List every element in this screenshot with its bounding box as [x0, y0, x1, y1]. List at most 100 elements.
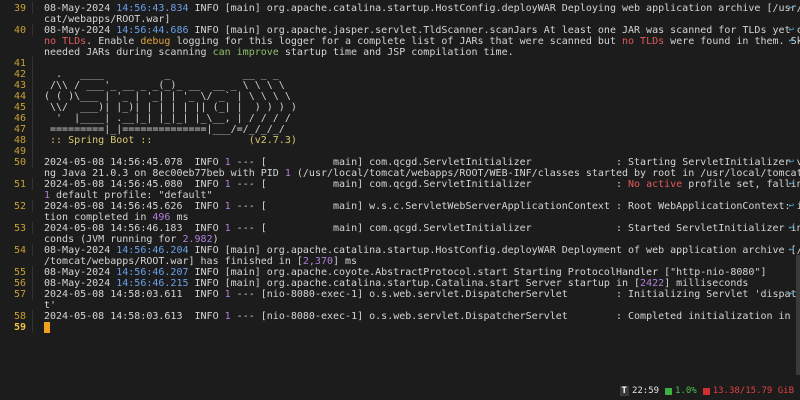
gutter-separator: │ [29, 102, 36, 113]
log-line[interactable]: no TLDs. Enable debug logging for this l… [0, 36, 800, 47]
text-segment: . Enable [86, 36, 141, 47]
log-line[interactable]: 45 │ \\/ ___)| |_)| | | | | || (_| | ) ) … [0, 102, 800, 113]
gutter-separator [28, 300, 37, 311]
log-line[interactable]: 51 │ 2024-05-08 14:56:45.080 INFO 1 --- [ … [0, 179, 800, 190]
log-line[interactable]: 44 │ ( ( )\___ | '_ | '_| | '_ \/ _` | \ \… [0, 91, 800, 102]
log-line[interactable]: tion completed in 496 ms [0, 212, 800, 223]
gutter-separator: │ [29, 311, 36, 322]
log-line[interactable]: ng Java 21.0.3 on 8ec00eb77beb with PID … [0, 168, 800, 179]
log-line[interactable]: 41 │ [0, 58, 800, 69]
log-line[interactable]: 47 │ =========|_|==============|___/=/_/_… [0, 124, 800, 135]
gutter-separator [28, 190, 37, 201]
wrap-icon: ↩ [788, 157, 794, 167]
text-segment: 14:56:46.207 [116, 267, 189, 278]
line-number: 55 [13, 267, 26, 278]
line-text: 08-May-2024 14:56:46.207 INFO [main] org… [37, 267, 800, 278]
text-segment: ' |____| .__|_| |_|_| |_\__, | / / / / [44, 113, 291, 124]
gutter-separator [28, 47, 37, 58]
text-segment: 2024-05-08 14:56:45.078 INFO [44, 157, 225, 168]
log-line[interactable]: conds (JVM running for 2.982) [0, 234, 800, 245]
log-line[interactable]: 42 │ . ____ _ __ _ _ [0, 69, 800, 80]
text-segment: can improve [212, 47, 279, 58]
text-segment: tion completed in [44, 212, 153, 223]
text-segment: 2024-05-08 14:58:03.613 INFO [44, 311, 225, 322]
log-line[interactable]: 48 │ :: Spring Boot :: (v2.7.3) [0, 135, 800, 146]
line-text: 08-May-2024 14:56:43.834 INFO [main] org… [37, 3, 800, 14]
gutter-separator: │ [29, 278, 36, 289]
log-line[interactable]: 49 │ [0, 146, 800, 157]
text-segment: . ____ _ __ _ _ [44, 69, 279, 80]
cpu-icon [665, 387, 673, 395]
log-line[interactable]: 59 │ [0, 322, 800, 333]
line-number: 49 [13, 146, 26, 157]
line-text: 08-May-2024 14:56:46.204 INFO [main] org… [37, 245, 800, 256]
text-segment: --- [nio-8080-exec-1] o.s.web.servlet.Di… [230, 311, 797, 322]
log-line[interactable]: 53 │ 2024-05-08 14:56:46.183 INFO 1 --- [ … [0, 223, 800, 234]
gutter-separator [28, 14, 37, 25]
line-text: ' |____| .__|_| |_|_| |_\__, | / / / / [37, 113, 800, 124]
log-line[interactable]: 39 │ 08-May-2024 14:56:43.834 INFO [main] … [0, 3, 800, 14]
text-segment: --- [ main] com.qcgd.ServletInitializer … [230, 157, 800, 168]
line-text: 2024-05-08 14:56:46.183 INFO 1 --- [ mai… [37, 223, 800, 234]
line-text: cat/webapps/ROOT.war] [37, 14, 800, 25]
line-number: 59 [13, 322, 26, 333]
log-line[interactable]: t' [0, 300, 800, 311]
line-text: tion completed in 496 ms [37, 212, 800, 223]
text-segment: 08-May-2024 [44, 3, 117, 14]
line-text: needed JARs during scanning can improve … [37, 47, 800, 58]
log-line[interactable]: 40 │ 08-May-2024 14:56:44.686 INFO [main] … [0, 25, 800, 36]
line-number: 58 [13, 311, 26, 322]
log-line[interactable]: needed JARs during scanning can improve … [0, 47, 800, 58]
text-segment: ) [212, 234, 219, 245]
line-text: 2024-05-08 14:58:03.611 INFO 1 --- [nio-… [37, 289, 800, 300]
gutter-separator: │ [29, 3, 36, 14]
text-segment: ms [170, 212, 189, 223]
line-number [0, 47, 28, 58]
gutter-separator [28, 168, 37, 179]
log-line[interactable]: cat/webapps/ROOT.war] [0, 14, 800, 25]
line-number: 48 [13, 135, 26, 146]
line-number [0, 256, 28, 267]
text-segment: 08-May-2024 [44, 25, 117, 36]
text-segment: 2422 [640, 278, 665, 289]
log-line[interactable]: 56 │ 08-May-2024 14:56:46.215 INFO [main] … [0, 278, 800, 289]
terminal-icon: T [619, 386, 629, 396]
log-line[interactable]: 57 │ 2024-05-08 14:58:03.611 INFO 1 --- [n… [0, 289, 800, 300]
line-number [0, 168, 28, 179]
line-number [0, 300, 28, 311]
log-line[interactable]: 54 │ 08-May-2024 14:56:46.204 INFO [main] … [0, 245, 800, 256]
line-text: /tomcat/webapps/ROOT.war] has finished i… [37, 256, 800, 267]
text-segment: 14:56:43.834 [116, 3, 189, 14]
text-segment: ng Java 21.0.3 on 8ec00eb77beb with PID [44, 168, 285, 179]
scrollbar[interactable] [796, 255, 800, 375]
text-segment: needed JARs during scanning [44, 47, 213, 58]
status-memory: 13.38/15.79 GiB [702, 386, 794, 396]
line-text: /\\ / ___'_ __ _ _(_)_ __ __ _ \ \ \ \ [37, 80, 800, 91]
log-line[interactable]: 58 │ 2024-05-08 14:58:03.613 INFO 1 --- [n… [0, 311, 800, 322]
line-number: 56 [13, 278, 26, 289]
gutter-separator: │ [29, 245, 36, 256]
log-line[interactable]: 52 │ 2024-05-08 14:56:45.626 INFO 1 --- [ … [0, 201, 800, 212]
text-segment: 14:56:44.686 [116, 25, 189, 36]
text-segment: /tomcat/webapps/ROOT.war] has finished i… [44, 256, 303, 267]
log-line[interactable]: /tomcat/webapps/ROOT.war] has finished i… [0, 256, 800, 267]
wrap-icon: ↩ [788, 3, 794, 13]
line-number [0, 212, 28, 223]
text-segment: 496 [152, 212, 171, 223]
line-text: 2024-05-08 14:58:03.613 INFO 1 --- [nio-… [37, 311, 800, 322]
log-viewer[interactable]: 39 │ 08-May-2024 14:56:43.834 INFO [main] … [0, 0, 800, 382]
text-segment: /\\ / ___'_ __ _ _(_)_ __ __ _ \ \ \ \ [44, 80, 285, 91]
log-line[interactable]: 46 │ ' |____| .__|_| |_|_| |_\__, | / / /… [0, 113, 800, 124]
line-number: 53 [13, 223, 26, 234]
log-line[interactable]: 55 │ 08-May-2024 14:56:46.207 INFO [main] … [0, 267, 800, 278]
text-segment: --- [ main] com.qcgd.ServletInitializer … [230, 223, 800, 234]
memory-icon [702, 387, 710, 395]
log-line[interactable]: 43 │ /\\ / ___'_ __ _ _(_)_ __ __ _ \ \ \… [0, 80, 800, 91]
memory-text: 13.38/15.79 GiB [712, 386, 794, 396]
wrap-icon: ↩ [788, 289, 794, 299]
log-line[interactable]: 50 │ 2024-05-08 14:56:45.078 INFO 1 --- [ … [0, 157, 800, 168]
log-line[interactable]: 1 default profile: "default" [0, 190, 800, 201]
wrap-icon: ↩ [788, 201, 794, 211]
text-segment: [main] org.apache.jasper.servlet.TldScan… [224, 25, 800, 36]
text-segment: 2024-05-08 14:56:45.080 INFO [44, 179, 225, 190]
